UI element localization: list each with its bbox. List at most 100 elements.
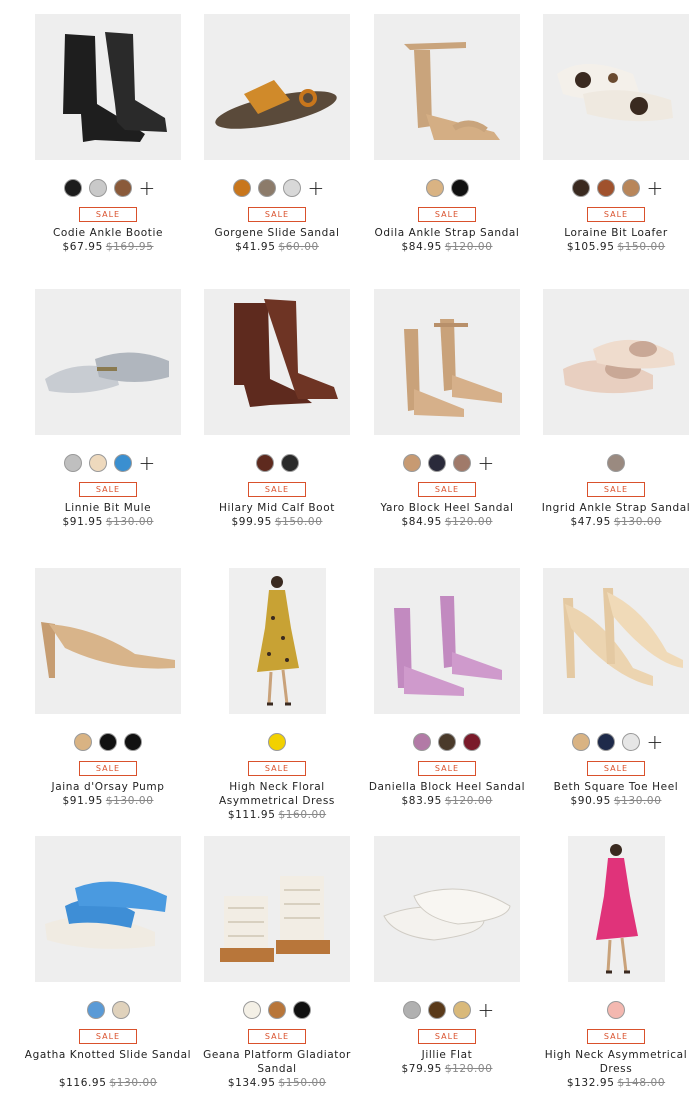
product-name[interactable]: Hilary Mid Calf Boot: [192, 501, 362, 515]
color-swatch[interactable]: [596, 733, 615, 751]
product-name[interactable]: Linnie Bit Mule: [23, 501, 193, 515]
product-image: [204, 289, 350, 435]
product-name[interactable]: Daniella Block Heel Sandal: [362, 780, 532, 794]
product-image-link[interactable]: [531, 289, 700, 435]
more-colors-plus-icon[interactable]: +: [647, 178, 664, 198]
color-swatch[interactable]: [255, 454, 274, 472]
color-swatch[interactable]: [402, 1001, 421, 1019]
color-swatch[interactable]: [86, 1001, 105, 1019]
color-swatch[interactable]: [74, 733, 92, 751]
product-image-link[interactable]: [192, 568, 362, 714]
color-swatch[interactable]: [425, 179, 444, 197]
product-name[interactable]: Odila Ankle Strap Sandal: [362, 226, 532, 240]
product-price: $134.95 $150.00: [192, 1076, 362, 1090]
product-image-link[interactable]: [192, 289, 362, 435]
color-swatch[interactable]: [243, 1001, 261, 1019]
product-name[interactable]: Ingrid Ankle Strap Sandal: [531, 501, 700, 515]
product-image-link[interactable]: [362, 568, 532, 714]
product-name[interactable]: Yaro Block Heel Sandal: [362, 501, 532, 515]
product-name[interactable]: Codie Ankle Bootie: [23, 226, 193, 240]
more-colors-plus-icon[interactable]: +: [139, 453, 156, 473]
product-price: $79.95 $120.00: [362, 1062, 532, 1076]
color-swatch[interactable]: [257, 179, 276, 197]
color-swatch[interactable]: [124, 733, 142, 751]
color-swatch[interactable]: [280, 454, 299, 472]
sale-price: $116.95: [58, 1077, 107, 1089]
color-swatch[interactable]: [99, 733, 117, 751]
color-swatch[interactable]: [402, 454, 421, 472]
product-name[interactable]: High Neck Asymmetrical Dress: [531, 1048, 700, 1076]
more-colors-plus-icon[interactable]: +: [647, 732, 664, 752]
product-image-link[interactable]: [192, 836, 362, 982]
color-swatch[interactable]: [438, 733, 456, 751]
more-colors-plus-icon[interactable]: +: [308, 178, 325, 198]
product-image-link[interactable]: [23, 14, 193, 160]
color-swatch[interactable]: [282, 179, 301, 197]
product-image-link[interactable]: [531, 568, 700, 714]
product-name[interactable]: Jaina d'Orsay Pump: [23, 780, 193, 794]
sale-price: $84.95: [401, 516, 442, 528]
product-name[interactable]: High Neck Floral Asymmetrical Dress: [192, 780, 362, 808]
product-image-link[interactable]: [362, 14, 532, 160]
color-swatch[interactable]: [427, 1001, 446, 1019]
product-name[interactable]: Loraine Bit Loafer: [531, 226, 700, 240]
color-swatch[interactable]: [607, 454, 625, 472]
color-swatches: +: [531, 732, 700, 752]
more-colors-plus-icon[interactable]: +: [478, 453, 495, 473]
product-name[interactable]: Gorgene Slide Sandal: [192, 226, 362, 240]
product-name[interactable]: Beth Square Toe Heel: [531, 780, 700, 794]
color-swatch[interactable]: [596, 179, 615, 197]
more-colors-plus-icon[interactable]: +: [478, 1000, 495, 1020]
product-price: $111.95 $160.00: [192, 808, 362, 822]
color-swatch[interactable]: [452, 454, 471, 472]
sale-price: $105.95: [566, 241, 615, 253]
sale-price: $90.95: [570, 795, 611, 807]
color-swatch[interactable]: [621, 179, 640, 197]
product-image-link[interactable]: [23, 289, 193, 435]
product-image-link[interactable]: [23, 836, 193, 982]
color-swatch[interactable]: [463, 733, 481, 751]
product-name[interactable]: Geana Platform Gladiator Sandal: [192, 1048, 362, 1076]
product-name[interactable]: Agatha Knotted Slide Sandal: [23, 1048, 193, 1062]
color-swatch[interactable]: [88, 179, 107, 197]
color-swatch[interactable]: [293, 1001, 311, 1019]
color-swatch[interactable]: [413, 733, 431, 751]
color-swatch[interactable]: [452, 1001, 471, 1019]
color-swatches: +: [23, 453, 193, 473]
sale-badge: SALE: [418, 761, 476, 776]
product-image-link[interactable]: [362, 289, 532, 435]
color-swatch[interactable]: [571, 179, 590, 197]
color-swatch[interactable]: [268, 733, 286, 751]
color-swatch[interactable]: [63, 454, 82, 472]
sale-badge: SALE: [248, 482, 306, 497]
more-colors-plus-icon[interactable]: +: [139, 178, 156, 198]
original-price: $130.00: [613, 516, 662, 528]
color-swatch[interactable]: [450, 179, 469, 197]
color-swatch[interactable]: [113, 454, 132, 472]
product-price: $83.95 $120.00: [362, 794, 532, 808]
sale-price: $132.95: [566, 1077, 615, 1089]
product-image-link[interactable]: [531, 836, 700, 982]
color-swatch[interactable]: [63, 179, 82, 197]
color-swatch[interactable]: [621, 733, 640, 751]
product-image-link[interactable]: [192, 14, 362, 160]
original-price: $160.00: [278, 809, 327, 821]
color-swatch[interactable]: [232, 179, 251, 197]
product-image-link[interactable]: [23, 568, 193, 714]
sale-price: $99.95: [231, 516, 272, 528]
color-swatch[interactable]: [607, 1001, 625, 1019]
color-swatch[interactable]: [268, 1001, 286, 1019]
product-image-link[interactable]: [531, 14, 700, 160]
color-swatch[interactable]: [571, 733, 590, 751]
product-price: $99.95 $150.00: [192, 515, 362, 529]
color-swatch[interactable]: [113, 179, 132, 197]
sale-price: $41.95: [235, 241, 276, 253]
product-image-link[interactable]: [362, 836, 532, 982]
product-name[interactable]: Jillie Flat: [362, 1048, 532, 1062]
sale-badge: SALE: [418, 207, 476, 222]
original-price: $60.00: [278, 241, 319, 253]
color-swatch[interactable]: [88, 454, 107, 472]
color-swatch[interactable]: [111, 1001, 130, 1019]
product-image: [543, 289, 689, 435]
color-swatch[interactable]: [427, 454, 446, 472]
